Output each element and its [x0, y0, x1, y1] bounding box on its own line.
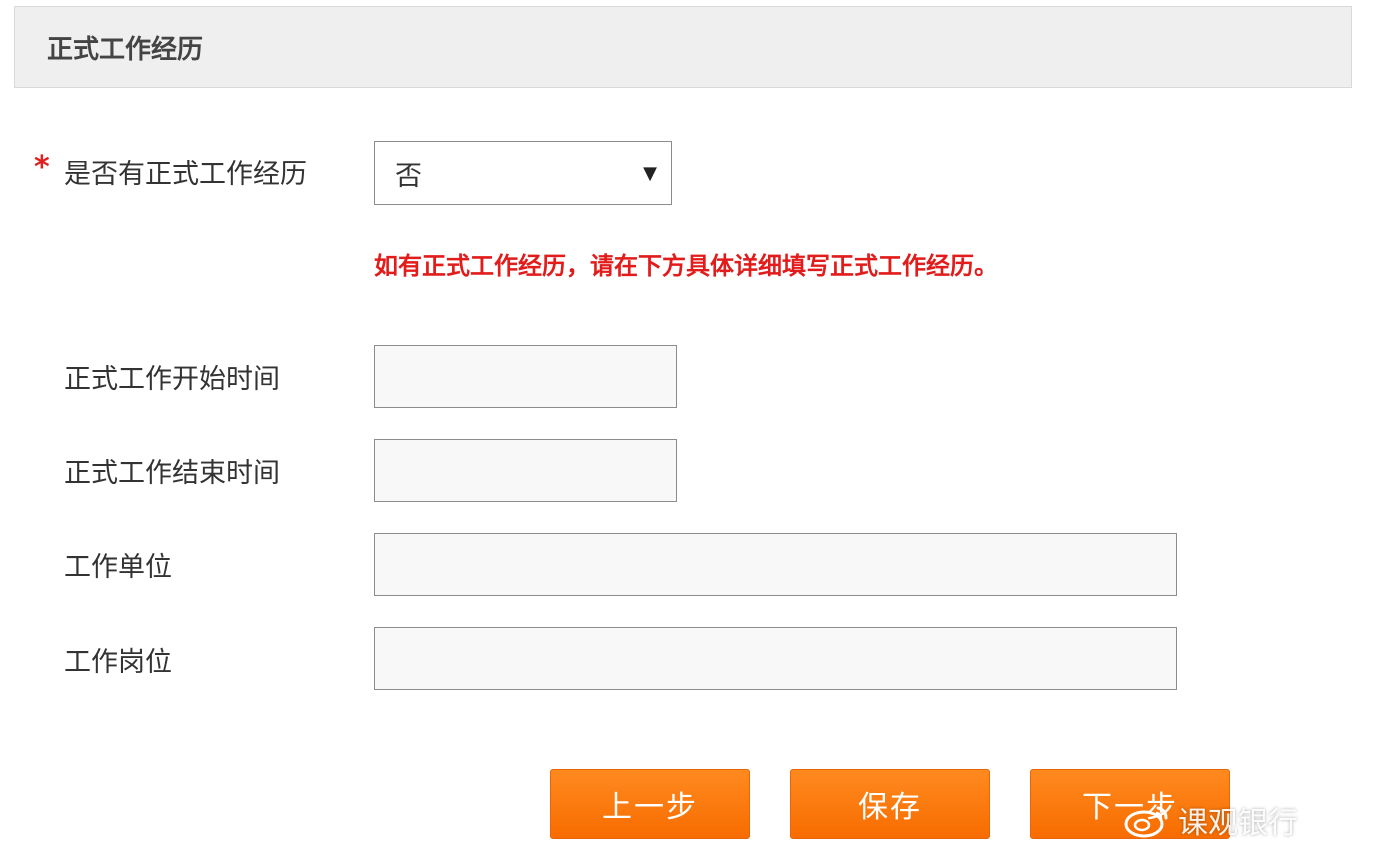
experience-hint: 如有正式工作经历，请在下方具体详细填写正式工作经历。	[374, 252, 998, 280]
end-time-label: 正式工作结束时间	[64, 458, 280, 489]
watermark: 课观银行	[1122, 798, 1298, 842]
required-marker: *	[34, 150, 50, 185]
work-experience-page: 正式工作经历 * 是否有正式工作经历 否 ▼ 如有正式工作经历，请在下方具体详细…	[0, 0, 1380, 858]
employer-input[interactable]	[374, 533, 1177, 596]
has-experience-selected-value: 否	[395, 160, 422, 192]
weibo-icon	[1124, 806, 1168, 838]
start-time-label: 正式工作开始时间	[64, 364, 280, 395]
start-time-input[interactable]	[374, 345, 677, 408]
position-label: 工作岗位	[64, 647, 172, 678]
end-time-input[interactable]	[374, 439, 677, 502]
watermark-text: 课观银行	[1178, 806, 1298, 841]
save-button[interactable]: 保存	[790, 769, 990, 839]
section-title: 正式工作经历	[47, 34, 204, 65]
has-experience-select[interactable]: 否 ▼	[374, 141, 672, 205]
position-input[interactable]	[374, 627, 1177, 690]
dropdown-arrow-icon: ▼	[643, 162, 657, 184]
prev-step-button[interactable]: 上一步	[550, 769, 750, 839]
employer-label: 工作单位	[64, 552, 172, 583]
section-header: 正式工作经历	[14, 6, 1352, 88]
has-experience-label: 是否有正式工作经历	[64, 159, 307, 190]
